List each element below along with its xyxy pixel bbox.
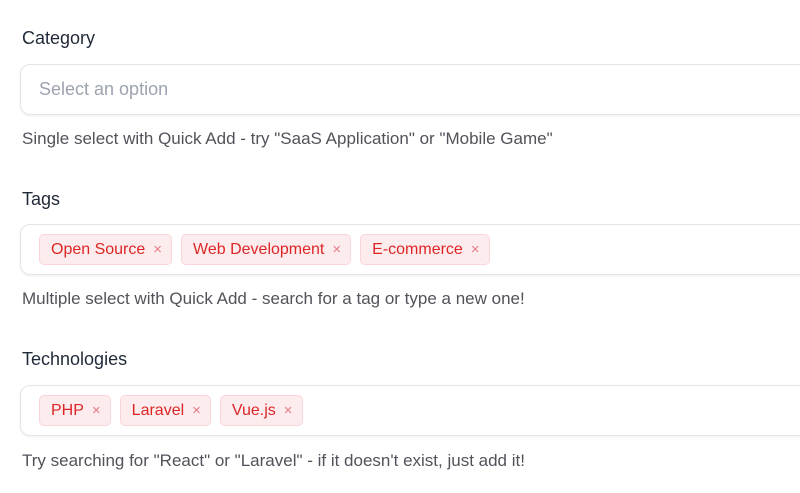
tag-chip: Web Development × xyxy=(181,234,352,265)
remove-icon[interactable]: × xyxy=(153,241,162,258)
chip-label: E-commerce xyxy=(372,240,463,258)
remove-icon[interactable]: × xyxy=(284,402,293,419)
chip-label: Vue.js xyxy=(231,401,276,419)
technologies-label: Technologies xyxy=(22,349,128,369)
technology-chip: Laravel × xyxy=(119,395,211,426)
tag-chip: E-commerce × xyxy=(360,234,490,265)
tag-chip: Open Source × xyxy=(39,234,173,265)
technologies-help: Try searching for "React" or "Laravel" -… xyxy=(22,451,525,470)
chip-label: PHP xyxy=(51,401,84,419)
chip-label: Open Source xyxy=(51,240,146,258)
tags-select[interactable]: Open Source × Web Development × E-commerce… xyxy=(20,224,800,275)
technology-chip: Vue.js × xyxy=(219,395,303,426)
chip-label: Laravel xyxy=(131,401,185,419)
category-select[interactable]: Select an option xyxy=(20,64,800,115)
remove-icon[interactable]: × xyxy=(332,241,341,258)
category-placeholder: Select an option xyxy=(39,79,169,99)
technology-chip: PHP × xyxy=(39,395,111,426)
remove-icon[interactable]: × xyxy=(92,402,101,419)
chip-label: Web Development xyxy=(193,240,325,258)
technologies-select[interactable]: PHP × Laravel × Vue.js × xyxy=(20,385,800,436)
tags-label: Tags xyxy=(22,189,61,209)
category-help: Single select with Quick Add - try "SaaS… xyxy=(22,129,553,148)
remove-icon[interactable]: × xyxy=(192,402,201,419)
remove-icon[interactable]: × xyxy=(471,241,480,258)
category-label: Category xyxy=(22,28,96,48)
tags-help: Multiple select with Quick Add - search … xyxy=(22,289,525,308)
